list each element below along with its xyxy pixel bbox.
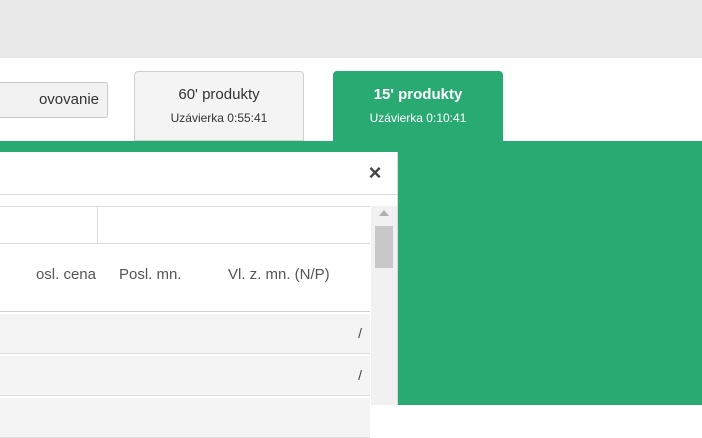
column-divider [97,207,98,244]
cell-vl-z-mn: / [358,367,362,383]
column-header-vl-z-mn[interactable]: Vl. z. mn. (N/P) [228,266,330,283]
tab-deadline: Uzávierka 0:55:41 [170,111,268,125]
vertical-scrollbar[interactable] [371,206,397,405]
column-header-posl-mn[interactable]: Posl. mn. [119,266,182,283]
table-header-row: osl. cena Posl. mn. Vl. z. mn. (N/P) [0,244,370,312]
scroll-up-arrow-icon[interactable] [379,210,389,216]
tab-deadline: Uzávierka 0:10:41 [369,111,467,125]
table-group-header [0,206,370,244]
cell-vl-z-mn: / [358,325,362,341]
tab-60-produkty[interactable]: 60' produkty Uzávierka 0:55:41 [134,71,304,141]
tab-title: 60' produkty [178,86,260,103]
column-header-posl-cena[interactable]: osl. cena [0,266,96,283]
tab-15-produkty[interactable]: 15' produkty Uzávierka 0:10:41 [333,71,503,141]
tab-title: 15' produkty [373,86,463,103]
product-table: osl. cena Posl. mn. Vl. z. mn. (N/P) / / [0,206,370,438]
product-dialog: × osl. cena Posl. mn. Vl. z. mn. (N/P) /… [0,152,398,438]
top-bar [0,0,702,58]
table-row[interactable] [0,398,370,438]
dialog-header: × [0,152,397,195]
close-icon[interactable]: × [364,160,386,186]
scroll-thumb[interactable] [375,226,393,268]
partial-action-button[interactable]: ovovanie [0,82,108,118]
table-row[interactable]: / [0,314,370,354]
table-row[interactable]: / [0,356,370,396]
